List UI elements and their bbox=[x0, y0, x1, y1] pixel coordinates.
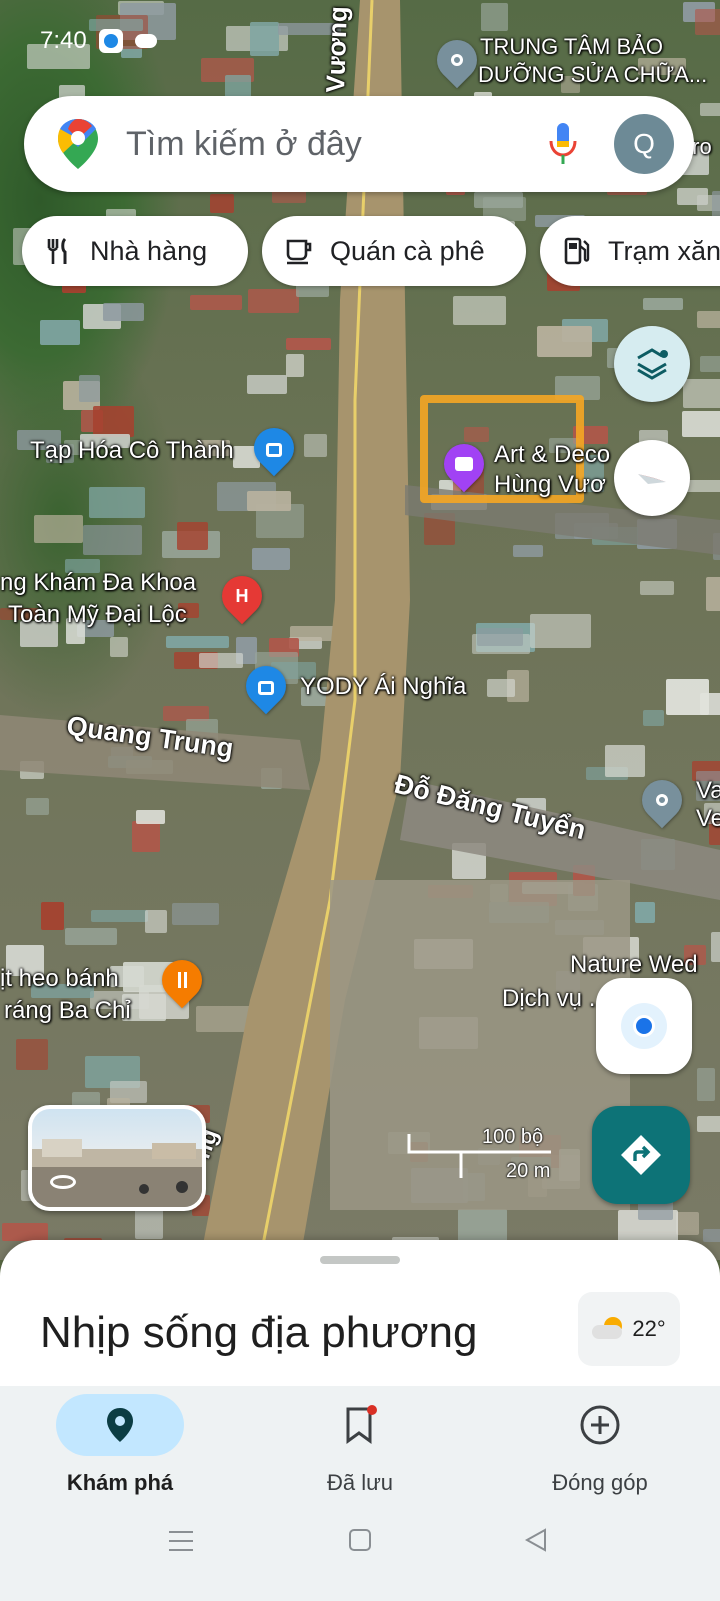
messenger-icon bbox=[98, 29, 123, 53]
sheet-drag-handle[interactable] bbox=[320, 1256, 400, 1264]
back-triangle-icon bbox=[524, 1528, 546, 1552]
poi-label-nature-1: Nature Wed bbox=[570, 951, 698, 978]
avatar-letter: Q bbox=[633, 128, 655, 159]
search-input[interactable]: Tìm kiếm ở đây bbox=[126, 125, 548, 164]
nav-contribute[interactable]: Đóng góp bbox=[500, 1394, 700, 1496]
shopping-bag-icon bbox=[254, 674, 278, 698]
poi-label-right-v1: Va bbox=[696, 777, 720, 804]
layers-icon bbox=[637, 348, 668, 380]
poi-label-restaurant-1: ịt heo bánh bbox=[0, 965, 119, 992]
status-bar: 7:40 bbox=[40, 26, 157, 56]
rotate-360-icon bbox=[50, 1175, 76, 1189]
chip-cafes[interactable]: Quán cà phê bbox=[262, 216, 526, 286]
poi-label-art-deco-1: Art & Deco bbox=[494, 441, 611, 468]
nav-saved[interactable]: Đã lưu bbox=[260, 1394, 460, 1496]
poi-label-right-v2: Ve bbox=[696, 805, 720, 832]
nav-saved-icon-wrap bbox=[296, 1394, 424, 1456]
shopping-bag-icon bbox=[262, 436, 286, 460]
weather-temperature: 22° bbox=[632, 1316, 666, 1341]
fork-knife-icon bbox=[170, 968, 194, 992]
microphone-icon[interactable] bbox=[548, 121, 578, 167]
chip-restaurants-label: Nhà hàng bbox=[90, 235, 208, 266]
fork-knife-icon bbox=[44, 236, 74, 266]
chip-cafes-label: Quán cà phê bbox=[330, 235, 485, 266]
home-square-icon bbox=[349, 1529, 371, 1551]
google-maps-logo-icon bbox=[56, 117, 100, 171]
street-label-vuong-top: Vương bbox=[320, 5, 353, 94]
hospital-icon: H bbox=[235, 585, 249, 606]
map-scale: 100 bộ 20 m bbox=[406, 1126, 556, 1190]
chip-restaurants[interactable]: Nhà hàng bbox=[22, 216, 248, 286]
poi-label-service-center-1: TRUNG TÂM BẢO bbox=[480, 34, 663, 59]
nav-saved-label: Đã lưu bbox=[326, 1470, 394, 1495]
scale-meters-label: 20 m bbox=[506, 1160, 551, 1182]
dot-icon bbox=[650, 788, 674, 812]
nav-explore-active-pill bbox=[56, 1394, 184, 1456]
poi-label-yody: YODY Ái Nghĩa bbox=[300, 673, 467, 700]
gas-station-icon bbox=[562, 236, 592, 266]
chip-gas-stations-label: Trạm xăng bbox=[608, 235, 720, 266]
poi-label-clinic-1: ng Khám Đa Khoa bbox=[0, 569, 197, 596]
status-time: 7:40 bbox=[40, 27, 87, 54]
poi-label-restaurant-2: ráng Ba Chỉ bbox=[4, 997, 131, 1024]
compass-icon bbox=[638, 474, 666, 484]
bottom-navigation: Khám phá Đã lưu Đóng góp bbox=[0, 1386, 720, 1601]
layers-button[interactable] bbox=[614, 326, 690, 402]
my-location-button[interactable] bbox=[596, 978, 692, 1074]
nav-explore[interactable]: Khám phá bbox=[20, 1394, 220, 1496]
directions-icon bbox=[621, 1135, 661, 1175]
nav-contribute-icon-wrap bbox=[536, 1394, 664, 1456]
search-bar[interactable]: Tìm kiếm ở đây Q bbox=[24, 96, 694, 192]
location-pin-icon bbox=[107, 1408, 133, 1442]
street-view-thumbnail[interactable] bbox=[28, 1105, 206, 1211]
street-view-preview-image bbox=[32, 1139, 202, 1207]
add-circle-icon bbox=[580, 1405, 620, 1445]
poi-label-art-deco-2: Hùng Vươ bbox=[494, 471, 606, 498]
nav-contribute-label: Đóng góp bbox=[552, 1470, 648, 1495]
camera-icon bbox=[452, 452, 476, 476]
directions-button[interactable] bbox=[592, 1106, 690, 1204]
weather-badge[interactable]: 22° bbox=[578, 1292, 680, 1366]
compass-button[interactable] bbox=[614, 440, 690, 516]
poi-label-tap-hoa: Tạp Hóa Cô Thành bbox=[30, 437, 234, 464]
nav-explore-label: Khám phá bbox=[66, 1470, 174, 1495]
dot-icon bbox=[445, 48, 469, 72]
account-avatar[interactable]: Q bbox=[614, 114, 674, 174]
system-home-button[interactable] bbox=[348, 1528, 372, 1552]
chip-gas-stations[interactable]: Trạm xăng bbox=[540, 216, 720, 286]
sheet-title: Nhịp sống địa phương bbox=[40, 1308, 478, 1357]
poi-label-service-center-2: DƯỠNG SỬA CHỮA... bbox=[478, 62, 708, 87]
scale-feet-label: 100 bộ bbox=[482, 1126, 544, 1148]
coffee-cup-icon bbox=[284, 236, 314, 266]
cloud-icon bbox=[134, 34, 157, 48]
system-menu-button[interactable] bbox=[168, 1530, 194, 1552]
poi-label-clinic-2: Toàn Mỹ Đại Lộc bbox=[8, 601, 187, 628]
menu-lines-icon bbox=[169, 1531, 193, 1551]
bookmark-icon bbox=[346, 1405, 377, 1444]
system-back-button[interactable] bbox=[524, 1528, 548, 1552]
location-dot-icon bbox=[621, 1003, 667, 1049]
partly-cloudy-icon bbox=[592, 1317, 626, 1341]
bottom-sheet[interactable]: Nhịp sống địa phương 22° bbox=[0, 1240, 720, 1386]
